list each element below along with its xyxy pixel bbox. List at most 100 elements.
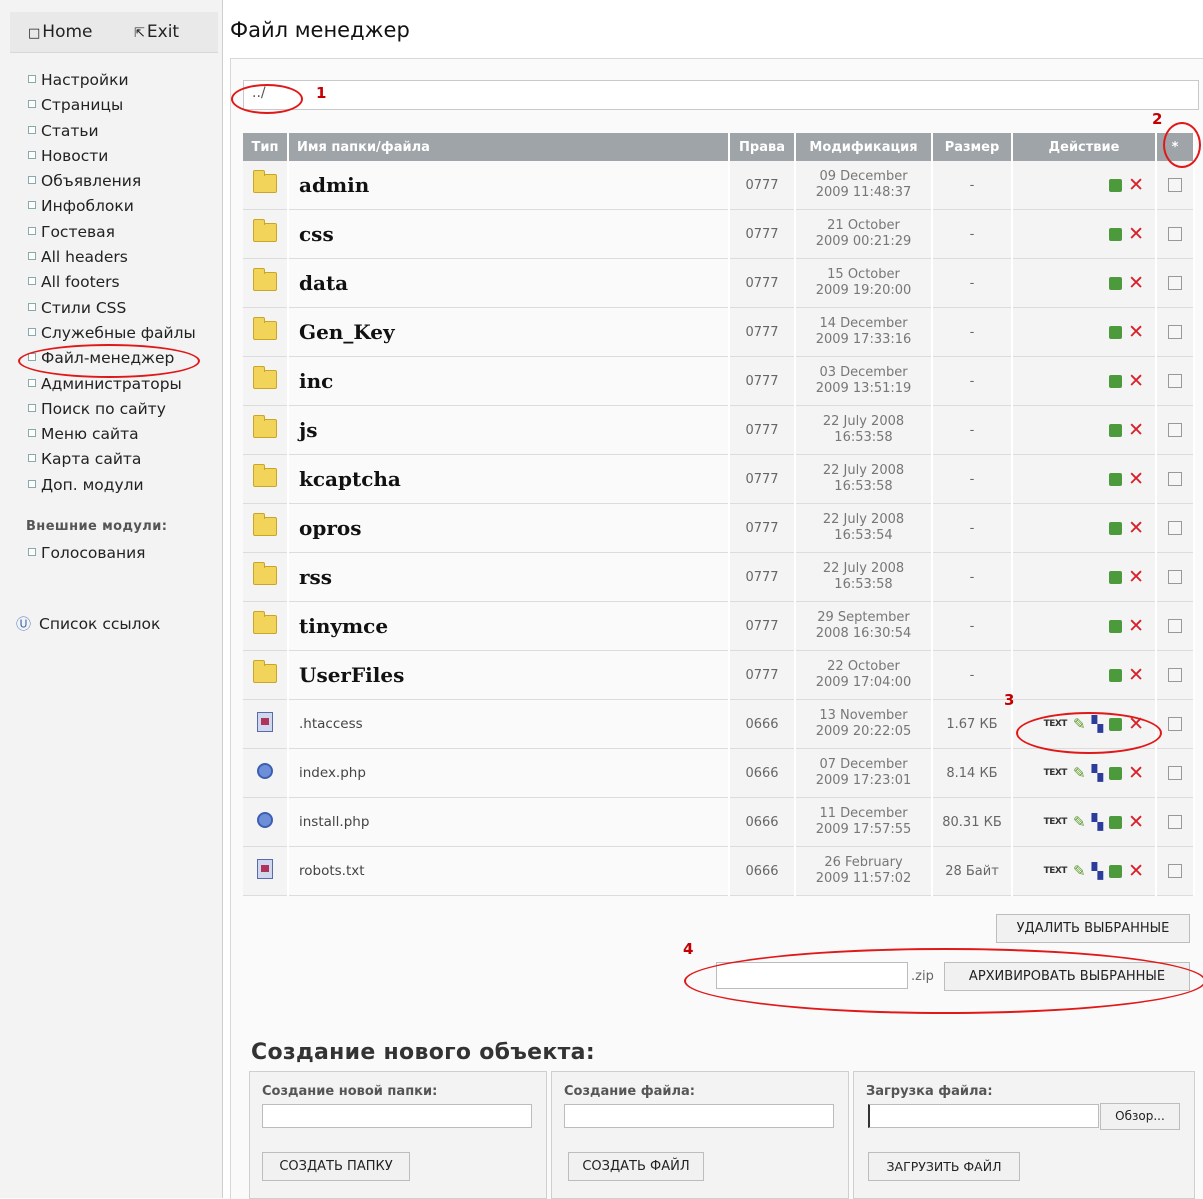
archive-name-input[interactable] xyxy=(716,962,908,989)
sidebar-item[interactable]: Инфоблоки xyxy=(28,196,196,221)
sidebar-item[interactable]: Карта сайта xyxy=(28,449,196,474)
sidebar-item[interactable]: All footers xyxy=(28,272,196,297)
upload-path-input[interactable] xyxy=(868,1104,1099,1128)
rename-icon[interactable] xyxy=(1109,472,1123,486)
rename-icon[interactable] xyxy=(1109,619,1123,633)
delete-icon[interactable]: ✕ xyxy=(1128,617,1144,636)
sidebar-item[interactable]: Объявления xyxy=(28,171,196,196)
file-name-link[interactable]: .htaccess xyxy=(299,716,363,732)
rename-icon[interactable] xyxy=(1109,815,1123,829)
archive-selected-button[interactable]: АРХИВИРОВАТЬ ВЫБРАННЫЕ xyxy=(944,962,1190,991)
row-checkbox[interactable] xyxy=(1168,374,1182,388)
row-checkbox[interactable] xyxy=(1168,423,1182,437)
sidebar-item[interactable]: Статьи xyxy=(28,121,196,146)
row-checkbox[interactable] xyxy=(1168,178,1182,192)
text-view-icon[interactable]: TEXT xyxy=(1044,817,1068,827)
exit-link[interactable]: ⇱ Exit xyxy=(134,22,179,42)
rename-icon[interactable] xyxy=(1109,766,1123,780)
folder-name-link[interactable]: tinymce xyxy=(299,614,388,638)
delete-icon[interactable]: ✕ xyxy=(1128,813,1144,832)
delete-icon[interactable]: ✕ xyxy=(1128,470,1144,489)
save-icon[interactable]: ▚ xyxy=(1092,764,1104,782)
create-file-button[interactable]: СОЗДАТЬ ФАЙЛ xyxy=(568,1152,704,1181)
rename-icon[interactable] xyxy=(1109,668,1123,682)
folder-name-link[interactable]: css xyxy=(299,222,334,246)
folder-name-link[interactable]: inc xyxy=(299,369,333,393)
save-icon[interactable]: ▚ xyxy=(1092,862,1104,880)
text-view-icon[interactable]: TEXT xyxy=(1044,866,1068,876)
rename-icon[interactable] xyxy=(1109,178,1123,192)
sidebar-item[interactable]: Меню сайта xyxy=(28,424,196,449)
folder-name-link[interactable]: rss xyxy=(299,565,332,589)
edit-icon[interactable]: ✎ xyxy=(1073,764,1086,782)
folder-name-link[interactable]: kcaptcha xyxy=(299,467,401,491)
save-icon[interactable]: ▚ xyxy=(1092,813,1104,831)
parent-path-link[interactable]: ../ xyxy=(252,85,266,101)
row-checkbox[interactable] xyxy=(1168,717,1182,731)
delete-icon[interactable]: ✕ xyxy=(1128,274,1144,293)
browse-button[interactable]: Обзор... xyxy=(1100,1103,1180,1130)
sidebar-item[interactable]: All headers xyxy=(28,247,196,272)
folder-name-link[interactable]: opros xyxy=(299,516,361,540)
folder-name-link[interactable]: js xyxy=(299,418,318,442)
sidebar-item[interactable]: Служебные файлы xyxy=(28,323,196,348)
rename-icon[interactable] xyxy=(1109,521,1123,535)
delete-icon[interactable]: ✕ xyxy=(1128,421,1144,440)
delete-icon[interactable]: ✕ xyxy=(1128,764,1144,783)
sidebar-item[interactable]: Настройки xyxy=(28,70,196,95)
select-all-header[interactable]: * xyxy=(1156,133,1195,161)
sidebar-item[interactable]: Администраторы xyxy=(28,374,196,399)
sidebar-item[interactable]: Новости xyxy=(28,146,196,171)
rename-icon[interactable] xyxy=(1109,374,1123,388)
sidebar-item-voting[interactable]: Голосования xyxy=(28,544,146,562)
delete-icon[interactable]: ✕ xyxy=(1128,862,1144,881)
file-name-link[interactable]: install.php xyxy=(299,814,369,830)
delete-icon[interactable]: ✕ xyxy=(1128,519,1144,538)
delete-icon[interactable]: ✕ xyxy=(1128,372,1144,391)
folder-name-input[interactable] xyxy=(262,1104,532,1128)
text-view-icon[interactable]: TEXT xyxy=(1044,719,1068,729)
delete-icon[interactable]: ✕ xyxy=(1128,323,1144,342)
folder-name-link[interactable]: admin xyxy=(299,173,369,197)
upload-file-button[interactable]: ЗАГРУЗИТЬ ФАЙЛ xyxy=(868,1152,1020,1181)
row-checkbox[interactable] xyxy=(1168,668,1182,682)
row-checkbox[interactable] xyxy=(1168,227,1182,241)
links-list-link[interactable]: Ⓤ Список ссылок xyxy=(16,613,160,634)
delete-icon[interactable]: ✕ xyxy=(1128,715,1144,734)
row-checkbox[interactable] xyxy=(1168,472,1182,486)
file-name-input[interactable] xyxy=(564,1104,834,1128)
edit-icon[interactable]: ✎ xyxy=(1073,715,1086,733)
sidebar-item[interactable]: Гостевая xyxy=(28,222,196,247)
sidebar-item[interactable]: Страницы xyxy=(28,95,196,120)
edit-icon[interactable]: ✎ xyxy=(1073,862,1086,880)
save-icon[interactable]: ▚ xyxy=(1092,715,1104,733)
row-checkbox[interactable] xyxy=(1168,619,1182,633)
delete-icon[interactable]: ✕ xyxy=(1128,568,1144,587)
delete-icon[interactable]: ✕ xyxy=(1128,666,1144,685)
folder-name-link[interactable]: Gen_Key xyxy=(299,320,395,344)
file-name-link[interactable]: index.php xyxy=(299,765,366,781)
rename-icon[interactable] xyxy=(1109,864,1123,878)
rename-icon[interactable] xyxy=(1109,423,1123,437)
folder-name-link[interactable]: data xyxy=(299,271,348,295)
rename-icon[interactable] xyxy=(1109,570,1123,584)
rename-icon[interactable] xyxy=(1109,325,1123,339)
rename-icon[interactable] xyxy=(1109,276,1123,290)
delete-selected-button[interactable]: УДАЛИТЬ ВЫБРАННЫЕ xyxy=(996,914,1190,943)
row-checkbox[interactable] xyxy=(1168,864,1182,878)
row-checkbox[interactable] xyxy=(1168,570,1182,584)
row-checkbox[interactable] xyxy=(1168,815,1182,829)
sidebar-item[interactable]: Доп. модули xyxy=(28,475,196,500)
folder-name-link[interactable]: UserFiles xyxy=(299,663,404,687)
row-checkbox[interactable] xyxy=(1168,276,1182,290)
text-view-icon[interactable]: TEXT xyxy=(1044,768,1068,778)
delete-icon[interactable]: ✕ xyxy=(1128,225,1144,244)
row-checkbox[interactable] xyxy=(1168,325,1182,339)
sidebar-item[interactable]: Стили CSS xyxy=(28,298,196,323)
home-link[interactable]: □ Home xyxy=(28,22,93,42)
rename-icon[interactable] xyxy=(1109,717,1123,731)
row-checkbox[interactable] xyxy=(1168,766,1182,780)
row-checkbox[interactable] xyxy=(1168,521,1182,535)
rename-icon[interactable] xyxy=(1109,227,1123,241)
delete-icon[interactable]: ✕ xyxy=(1128,176,1144,195)
